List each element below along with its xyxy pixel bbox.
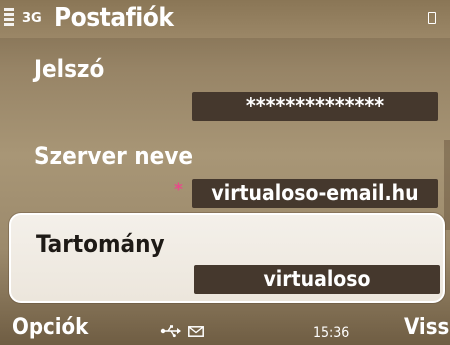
domain-setting-item[interactable]: Tartomány virtualoso	[9, 213, 445, 303]
status-bar: 3G Postafiók	[0, 0, 450, 38]
mail-icon	[188, 326, 204, 337]
usb-icon	[160, 325, 181, 338]
softkey-bar: Opciók 15:36 Vissza	[0, 307, 450, 345]
battery-icon	[428, 12, 436, 24]
required-marker: *	[174, 180, 183, 200]
server-name-label: Szerver neve	[34, 142, 194, 170]
password-label: Jelszó	[34, 55, 105, 83]
clock: 15:36	[313, 325, 350, 341]
password-field[interactable]: **************	[192, 92, 438, 121]
domain-field[interactable]: virtualoso	[194, 265, 440, 294]
network-type-label: 3G	[22, 11, 42, 26]
options-softkey[interactable]: Opciók	[12, 315, 88, 340]
scrollbar[interactable]	[444, 140, 450, 230]
signal-strength-icon	[4, 8, 14, 30]
server-name-field[interactable]: virtualoso-email.hu	[192, 179, 438, 208]
page-title: Postafiók	[54, 3, 174, 33]
domain-label: Tartomány	[36, 230, 165, 258]
back-softkey[interactable]: Vissza	[404, 315, 450, 340]
